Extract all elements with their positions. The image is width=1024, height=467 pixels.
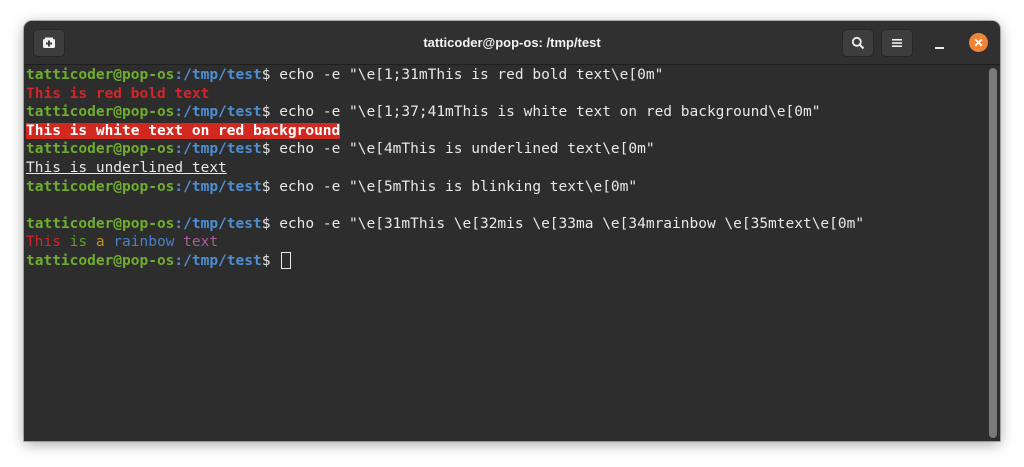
red-bold-output: This is red bold text <box>26 85 210 102</box>
terminal-output[interactable]: tatticoder@pop-os:/tmp/test$ echo -e "\e… <box>26 66 984 438</box>
prompt-user-host: tatticoder@pop-os <box>26 67 175 83</box>
rainbow-word: text <box>183 234 219 251</box>
search-button[interactable] <box>842 29 874 57</box>
output-line: This is white text on red background <box>26 122 984 141</box>
prompt-path: :/tmp/test <box>174 104 262 121</box>
prompt-path: :/tmp/test <box>174 178 262 195</box>
rainbow-word: This <box>26 234 70 251</box>
command-text: echo -e "\e[4mThis is underlined text\e[… <box>279 141 655 158</box>
terminal-window: tatticoder@pop-os: /tmp/test tatticoder@… <box>24 21 1000 441</box>
command-line: tatticoder@pop-os:/tmp/test$ echo -e "\e… <box>26 66 984 85</box>
minimize-icon <box>934 47 944 49</box>
rainbow-word: rainbow <box>113 234 184 251</box>
command-text: echo -e "\e[1;37;41mThis is white text o… <box>279 104 821 121</box>
prompt-symbol: $ <box>261 141 280 158</box>
rainbow-word: is <box>69 234 96 251</box>
command-line: tatticoder@pop-os:/tmp/test$ echo -e "\e… <box>26 103 984 122</box>
prompt-user-host: tatticoder@pop-os <box>26 141 175 158</box>
text-cursor <box>281 251 292 269</box>
command-text: echo -e "\e[1;31mThis is red bold text\e… <box>279 67 664 83</box>
prompt-symbol: $ <box>261 215 280 232</box>
rainbow-output-line: This is a rainbow text <box>26 233 984 252</box>
prompt-symbol: $ <box>261 252 280 269</box>
prompt-path: :/tmp/test <box>174 141 262 158</box>
scrollbar[interactable] <box>989 68 997 438</box>
prompt-path: :/tmp/test <box>174 252 262 269</box>
prompt-user-host: tatticoder@pop-os <box>26 215 175 232</box>
blank-output-line <box>26 196 984 215</box>
prompt-symbol: $ <box>261 178 280 195</box>
prompt-user-host: tatticoder@pop-os <box>26 104 175 121</box>
output-line: This is underlined text <box>26 159 984 178</box>
output-line: This is red bold text <box>26 85 984 104</box>
command-line: tatticoder@pop-os:/tmp/test$ echo -e "\e… <box>26 178 984 197</box>
command-line: tatticoder@pop-os:/tmp/test$ echo -e "\e… <box>26 215 984 234</box>
prompt-user-host: tatticoder@pop-os <box>26 178 175 195</box>
command-line: tatticoder@pop-os:/tmp/test$ <box>26 251 984 271</box>
prompt-symbol: $ <box>261 67 280 83</box>
underlined-output: This is underlined text <box>26 159 227 176</box>
close-button[interactable] <box>969 33 988 52</box>
menu-icon <box>892 39 902 47</box>
menu-button[interactable] <box>881 29 913 57</box>
prompt-symbol: $ <box>261 104 280 121</box>
white-on-red-output: This is white text on red background <box>26 122 341 139</box>
prompt-path: :/tmp/test <box>174 67 262 83</box>
minimize-button[interactable] <box>929 34 949 54</box>
search-icon <box>851 36 865 50</box>
command-text: echo -e "\e[5mThis is blinking text\e[0m… <box>279 178 638 195</box>
command-line: tatticoder@pop-os:/tmp/test$ echo -e "\e… <box>26 140 984 159</box>
command-text: echo -e "\e[31mThis \e[32mis \e[33ma \e[… <box>279 215 865 232</box>
titlebar: tatticoder@pop-os: /tmp/test <box>24 21 1000 65</box>
rainbow-word: a <box>95 234 114 251</box>
close-icon <box>974 38 983 47</box>
prompt-user-host: tatticoder@pop-os <box>26 252 175 269</box>
new-tab-button[interactable] <box>33 29 65 57</box>
new-tab-icon <box>43 37 55 48</box>
prompt-path: :/tmp/test <box>174 215 262 232</box>
